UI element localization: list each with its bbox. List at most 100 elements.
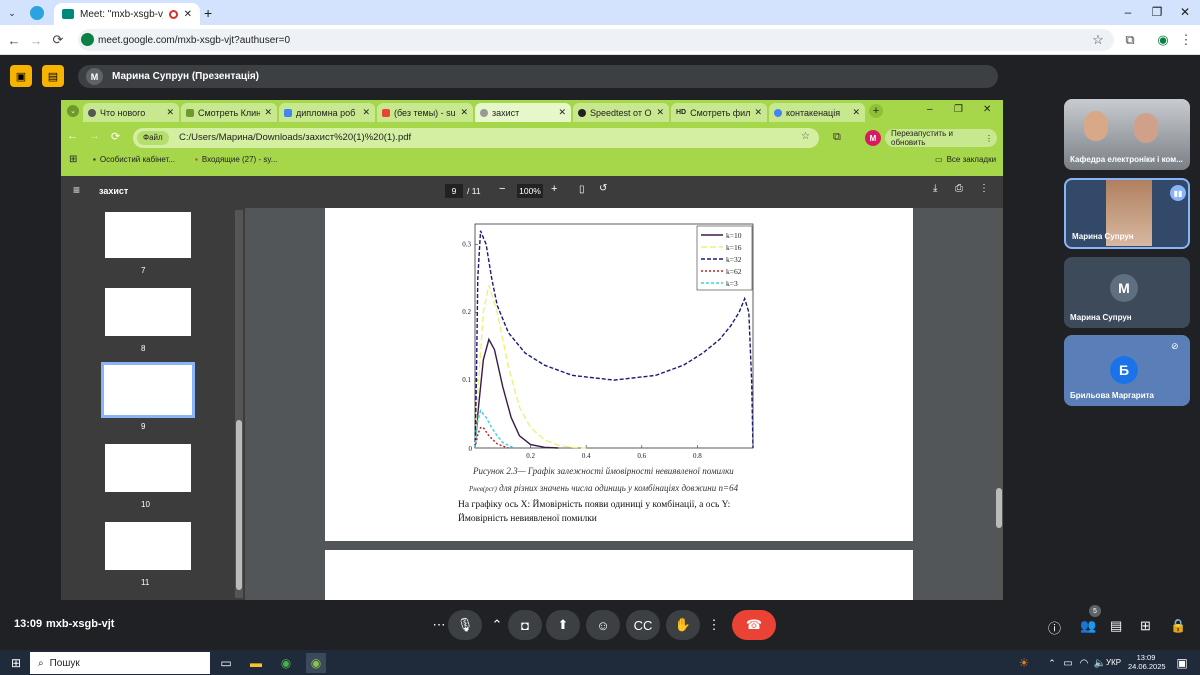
task-view-icon[interactable]: ▭: [216, 653, 236, 673]
inner-profile-avatar[interactable]: М: [865, 130, 881, 146]
pdf-menu-icon[interactable]: ⋮: [979, 183, 989, 194]
inner-tab[interactable]: Смотреть Клин ✕: [181, 103, 277, 122]
bookmark-item[interactable]: ▪ Входящие (27) - sy...: [195, 155, 277, 164]
people-icon[interactable]: 👥: [1080, 618, 1096, 634]
sidebar-scrollbar[interactable]: [235, 210, 243, 598]
inner-tab[interactable]: Speedtest от Ос ✕: [573, 103, 669, 122]
inner-tab[interactable]: контакенація ✕: [769, 103, 865, 122]
close-icon[interactable]: ✕: [754, 107, 762, 118]
chat-icon[interactable]: ▤: [1110, 618, 1122, 634]
inner-maximize-icon[interactable]: ❐: [954, 104, 963, 115]
bookmark-item[interactable]: ▪ Особистий кабінет...: [93, 155, 175, 164]
apps-grid-icon[interactable]: ⊞: [69, 154, 77, 165]
tab-meet[interactable]: Meet: "mxb-xsgb-vjt" ✕: [54, 3, 200, 25]
chrome-icon[interactable]: ◉: [276, 653, 296, 673]
close-icon[interactable]: ✕: [460, 107, 468, 118]
x-tick-label: 0.8: [693, 452, 702, 458]
back-icon[interactable]: ←: [4, 30, 24, 50]
document-scrollbar[interactable]: [995, 208, 1003, 600]
close-icon[interactable]: ✕: [656, 107, 664, 118]
inner-back-icon[interactable]: ←: [67, 130, 78, 142]
participant-tile-active[interactable]: ▮▮ Марина Супрун: [1064, 178, 1190, 249]
close-icon[interactable]: ✕: [362, 107, 370, 118]
tab-search-icon[interactable]: ⌄: [4, 5, 20, 21]
emoji-icon[interactable]: ☺: [586, 610, 620, 640]
stop-presenting-icon[interactable]: ▤: [42, 65, 64, 87]
inner-tab[interactable]: (без темы) - sur ✕: [377, 103, 473, 122]
zoom-in-icon[interactable]: +: [551, 183, 557, 195]
activities-icon[interactable]: ⊞: [1140, 618, 1151, 634]
participant-tile[interactable]: Кафедра електроніки і ком...: [1064, 99, 1190, 170]
file-explorer-icon[interactable]: ▬: [246, 653, 266, 673]
page-number-input[interactable]: 9: [445, 184, 463, 198]
camera-icon[interactable]: ◘: [508, 610, 542, 640]
all-bookmarks[interactable]: ▭ Все закладки: [935, 155, 996, 164]
telegram-tab-icon[interactable]: [30, 6, 44, 20]
thumbnail-page[interactable]: [105, 522, 191, 570]
microphone-icon[interactable]: 🎙: [448, 610, 482, 640]
close-icon[interactable]: ✕: [558, 107, 566, 118]
forward-icon[interactable]: →: [26, 30, 46, 50]
language-indicator[interactable]: УКР: [1106, 658, 1121, 667]
present-screen-icon[interactable]: ⬆: [546, 610, 580, 640]
rotate-icon[interactable]: ↺: [599, 183, 607, 194]
inner-menu-icon[interactable]: ⋮: [985, 134, 997, 143]
download-icon[interactable]: ⤓: [933, 183, 937, 194]
leave-call-button[interactable]: ☎: [732, 610, 776, 640]
new-tab-icon[interactable]: +: [204, 5, 212, 21]
chrome-active-icon[interactable]: ◉: [306, 653, 326, 673]
inner-extensions-icon[interactable]: ⧉: [833, 131, 841, 144]
participant-tile[interactable]: М Марина Супрун: [1064, 257, 1190, 328]
windows-start-icon[interactable]: ⊞: [6, 653, 26, 673]
fit-page-icon[interactable]: ▯: [579, 184, 585, 195]
inner-new-tab-icon[interactable]: +: [869, 104, 883, 118]
captions-icon[interactable]: CC: [626, 610, 660, 640]
zoom-out-icon[interactable]: −: [499, 183, 505, 195]
notifications-icon[interactable]: ▣: [1172, 653, 1192, 673]
bookmark-star-icon[interactable]: ☆: [1088, 30, 1108, 50]
profile-icon[interactable]: ◉: [1153, 30, 1173, 50]
inner-star-icon[interactable]: ☆: [801, 131, 810, 142]
thumbnail-page[interactable]: [105, 444, 191, 492]
host-controls-icon[interactable]: 🔒: [1170, 618, 1186, 634]
menu-icon[interactable]: ⋮: [1176, 30, 1196, 50]
inner-forward-icon[interactable]: →: [89, 130, 100, 142]
more-options-icon[interactable]: ⋮: [704, 610, 724, 640]
thumbnail-page[interactable]: [105, 212, 191, 258]
presentation-icon[interactable]: ▣: [10, 65, 32, 87]
taskbar-search[interactable]: ⌕ Пошук: [30, 652, 210, 674]
inner-minimize-icon[interactable]: –: [927, 104, 933, 115]
minimize-icon[interactable]: –: [1113, 3, 1143, 21]
maximize-icon[interactable]: ❐: [1142, 3, 1172, 21]
chevron-up-icon[interactable]: ⌃: [488, 610, 506, 640]
close-icon[interactable]: ✕: [166, 107, 174, 118]
site-info-icon[interactable]: [81, 33, 94, 46]
raise-hand-icon[interactable]: ✋: [666, 610, 700, 640]
thumbnail-page-selected[interactable]: [101, 362, 195, 418]
inner-reload-icon[interactable]: ⟳: [111, 130, 120, 143]
close-icon[interactable]: ✕: [264, 107, 272, 118]
inner-tab-search-icon[interactable]: ⌄: [67, 105, 79, 117]
inner-tab[interactable]: дипломна роб ✕: [279, 103, 375, 122]
inner-tab[interactable]: Что нового ✕: [83, 103, 179, 122]
thumbnail-page[interactable]: [105, 288, 191, 336]
participant-tile[interactable]: Б ⊘ Брильова Маргарита: [1064, 335, 1190, 406]
thumbnail-label: 11: [141, 578, 150, 587]
inner-tab[interactable]: HD Смотреть филь ✕: [671, 103, 767, 122]
inner-tab-active[interactable]: захист ✕: [475, 103, 571, 122]
sidebar-toggle-icon[interactable]: ≡: [73, 183, 80, 197]
reload-icon[interactable]: ⟳: [48, 30, 68, 50]
print-icon[interactable]: ⎙: [955, 183, 963, 194]
close-icon[interactable]: ✕: [184, 9, 192, 20]
close-window-icon[interactable]: ✕: [1170, 3, 1200, 21]
extensions-icon[interactable]: ⧉: [1120, 30, 1140, 50]
inner-address-bar[interactable]: Файл C:/Users/Марина/Downloads/захист%20…: [133, 128, 819, 148]
weather-icon[interactable]: ☀: [1014, 653, 1034, 673]
zoom-input[interactable]: 100%: [517, 184, 543, 198]
address-bar[interactable]: meet.google.com/mxb-xsgb-vjt?authuser=0: [78, 29, 1114, 51]
clock[interactable]: 13:09 24.06.2025: [1128, 653, 1166, 671]
close-icon[interactable]: ✕: [852, 107, 860, 118]
relaunch-button[interactable]: Перезапустить и обновить ⋮: [885, 129, 997, 147]
inner-close-icon[interactable]: ✕: [983, 104, 991, 115]
info-icon[interactable]: ⓘ: [1048, 618, 1061, 637]
